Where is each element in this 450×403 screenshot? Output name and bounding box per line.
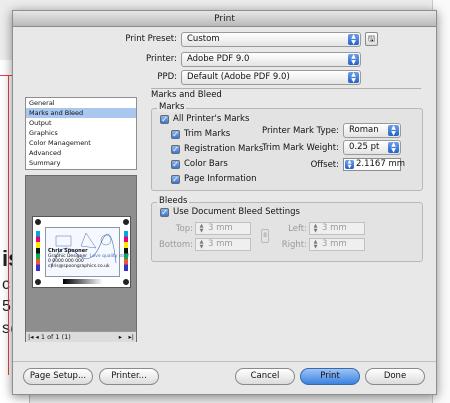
popup-arrows-icon: ▲ ▼	[388, 142, 399, 153]
trim-marks-label: Trim Marks	[184, 129, 231, 139]
next-page-icon[interactable]: ▸	[119, 332, 122, 342]
stepper-icon: ▲ ▼	[199, 239, 204, 250]
prev-page-icon[interactable]: ◂	[36, 333, 39, 341]
dialog-title: Print	[13, 11, 436, 27]
registration-mark-icon	[35, 219, 41, 225]
print-preview: Chris Spooner Graphic Designer 0 0000 00…	[25, 175, 137, 342]
all-printers-marks-label: All Printer's Marks	[173, 114, 250, 124]
category-item-color-management[interactable]: Color Management	[26, 138, 136, 148]
bleed-bottom-value: 3 mm	[208, 239, 233, 249]
printer-button[interactable]: Printer...	[99, 368, 159, 385]
bleed-top-label: Top:	[175, 224, 193, 234]
last-page-icon[interactable]: ▸|	[129, 332, 134, 342]
color-bars-checkbox[interactable]: ✓	[171, 160, 180, 169]
bleed-bottom-field[interactable]: ▲ ▼ 3 mm	[195, 238, 251, 251]
registration-marks-checkbox[interactable]: ✓	[171, 145, 180, 154]
printer-mark-type-popup[interactable]: Roman ▲ ▼	[343, 123, 401, 138]
bleed-top-value: 3 mm	[208, 223, 233, 233]
bleed-right-value: 3 mm	[322, 239, 347, 249]
first-page-icon[interactable]: |◂	[26, 333, 33, 341]
ppd-label: PPD:	[157, 72, 177, 82]
ppd-value: Default (Adobe PDF 9.0)	[187, 72, 290, 82]
trim-marks-checkbox[interactable]: ✓	[171, 130, 180, 139]
button-bar-divider	[13, 361, 436, 362]
bleed-left-field[interactable]: ▲ ▼ 3 mm	[309, 222, 365, 235]
registration-mark-icon	[35, 279, 41, 285]
print-preset-value: Custom	[187, 34, 220, 44]
business-card-artwork: Chris Spooner Graphic Designer 0 0000 00…	[45, 227, 129, 277]
popup-arrows-icon: ▲ ▼	[348, 72, 359, 83]
color-bar-left	[36, 231, 40, 271]
category-item-marks-and-bleed[interactable]: Marks and Bleed	[26, 108, 136, 118]
offset-stepper-icon[interactable]: ▲ ▼	[345, 160, 354, 169]
popup-arrows-icon: ▲ ▼	[348, 34, 359, 45]
page-setup-button[interactable]: Page Setup...	[23, 368, 93, 385]
bleed-left-label: Left:	[288, 224, 307, 234]
guide-line	[8, 75, 9, 375]
chain-link-icon[interactable]: 8	[261, 229, 269, 243]
bleed-right-label: Right:	[281, 240, 307, 250]
page-count: 1 of 1 (1)	[40, 333, 71, 341]
bleed-left-value: 3 mm	[322, 223, 347, 233]
print-button[interactable]: Print	[300, 368, 360, 385]
printer-mark-type-value: Roman	[349, 125, 379, 135]
card-tagline: Love quality stuff	[90, 254, 129, 259]
color-bars-label: Color Bars	[184, 159, 228, 169]
print-preset-label: Print Preset:	[125, 34, 177, 44]
use-document-bleed-label: Use Document Bleed Settings	[173, 207, 300, 217]
done-button[interactable]: Done	[365, 368, 425, 385]
registration-marks-label: Registration Marks	[184, 144, 264, 154]
page-information-checkbox[interactable]: ✓	[171, 175, 180, 184]
print-preset-popup[interactable]: Custom ▲ ▼	[181, 32, 361, 47]
category-item-graphics[interactable]: Graphics	[26, 128, 136, 138]
stepper-icon: ▲ ▼	[199, 223, 204, 234]
bleed-right-field[interactable]: ▲ ▼ 3 mm	[309, 238, 365, 251]
print-dialog: Print Print Preset: Custom ▲ ▼ 🖫 Printer:…	[12, 10, 437, 395]
printer-mark-type-label: Printer Mark Type:	[261, 126, 339, 136]
grayscale-bar	[63, 279, 103, 284]
offset-value: 2.1167 mm	[356, 159, 406, 169]
card-email: chris@spoongraphics.co.uk	[48, 264, 110, 269]
section-divider	[151, 88, 421, 89]
category-item-output[interactable]: Output	[26, 118, 136, 128]
preview-sheet: Chris Spooner Graphic Designer 0 0000 00…	[32, 216, 131, 288]
registration-mark-icon	[123, 219, 129, 225]
trim-mark-weight-label: Trim Mark Weight:	[262, 143, 339, 153]
guide-line	[0, 75, 12, 76]
category-item-summary[interactable]: Summary	[26, 158, 136, 168]
offset-field[interactable]: ▲ ▼ 2.1167 mm	[343, 158, 405, 171]
bleed-top-field[interactable]: ▲ ▼ 3 mm	[195, 222, 251, 235]
trim-mark-weight-popup[interactable]: 0.25 pt ▲ ▼	[343, 140, 401, 155]
printer-value: Adobe PDF 9.0	[187, 54, 250, 64]
all-printers-marks-checkbox[interactable]: ✓	[160, 115, 169, 124]
ppd-popup[interactable]: Default (Adobe PDF 9.0) ▲ ▼	[181, 70, 361, 85]
registration-mark-icon	[123, 279, 129, 285]
printer-label: Printer:	[146, 54, 177, 64]
category-item-advanced[interactable]: Advanced	[26, 148, 136, 158]
category-list: General Marks and Bleed Output Graphics Colo…	[25, 97, 137, 170]
page-information-label: Page Information	[184, 174, 257, 184]
section-title: Marks and Bleed	[151, 90, 222, 100]
category-item-general[interactable]: General	[26, 98, 136, 108]
background-glyph-3: 5	[2, 298, 11, 315]
printer-popup[interactable]: Adobe PDF 9.0 ▲ ▼	[181, 52, 361, 67]
stepper-icon: ▲ ▼	[313, 223, 318, 234]
trim-mark-weight-value: 0.25 pt	[349, 142, 380, 152]
stepper-icon: ▲ ▼	[313, 239, 318, 250]
bleed-bottom-label: Bottom:	[158, 240, 193, 250]
color-bar-right	[124, 231, 128, 271]
offset-label: Offset:	[310, 160, 339, 170]
page-navigator: |◂ ◂ 1 of 1 (1) ▸ ▸|	[26, 331, 136, 342]
bleeds-group-title: Bleeds	[157, 196, 190, 206]
popup-arrows-icon: ▲ ▼	[348, 54, 359, 65]
save-preset-icon[interactable]: 🖫	[365, 32, 378, 46]
cancel-button[interactable]: Cancel	[235, 368, 295, 385]
popup-arrows-icon: ▲ ▼	[388, 125, 399, 136]
marks-group-title: Marks	[157, 102, 187, 112]
use-document-bleed-checkbox[interactable]: ✓	[160, 208, 169, 217]
